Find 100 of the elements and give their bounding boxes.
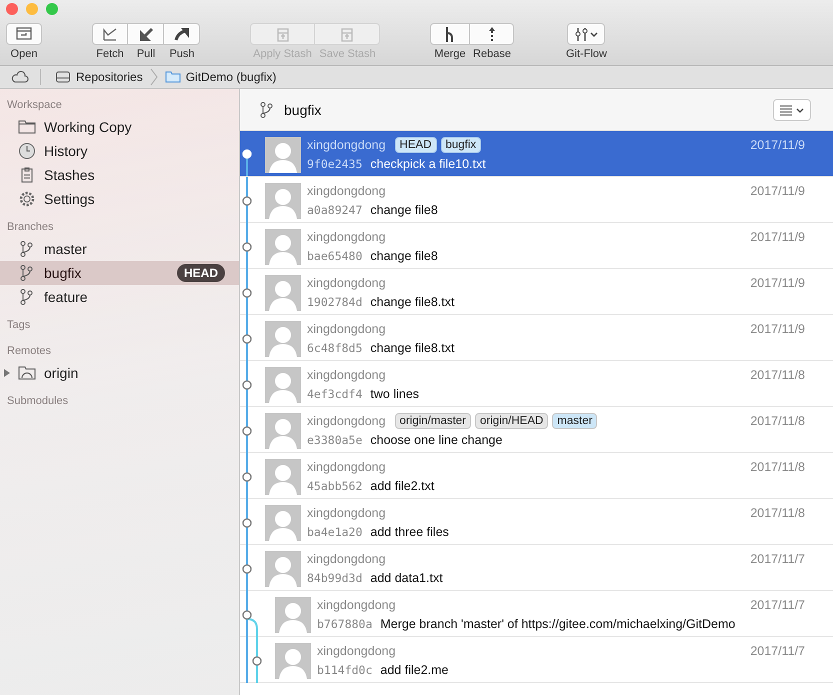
folder-icon xyxy=(164,69,181,85)
sidebar-item[interactable]: Stashes xyxy=(0,163,239,187)
commit-message: change file8 xyxy=(370,249,438,263)
avatar xyxy=(265,183,301,219)
commit-date: 2017/11/8 xyxy=(750,368,805,382)
commit-hash: ba4e1a20 xyxy=(307,525,362,539)
toolbar-label: Push xyxy=(168,48,196,60)
rebase-icon xyxy=(488,26,496,42)
sidebar-item[interactable]: master xyxy=(0,237,239,261)
commit-message: add file2.me xyxy=(380,663,448,677)
commit-hash: 4ef3cdf4 xyxy=(307,387,362,401)
commit-row[interactable]: xingdongdong origin/master origin/HEAD master 2017/11/8 e3380a5e choose one line change xyxy=(240,407,833,453)
commit-message: change file8.txt xyxy=(370,341,454,355)
branch-title: bugfix xyxy=(284,102,322,118)
sidebar-item[interactable]: origin xyxy=(0,361,239,385)
commit-date: 2017/11/7 xyxy=(750,644,805,658)
commit-row[interactable]: xingdongdong 2017/11/7 b114fd0c add file2.me xyxy=(240,637,833,683)
sidebar-item[interactable]: History xyxy=(0,139,239,163)
sidebar-item[interactable]: feature xyxy=(0,285,239,309)
avatar xyxy=(265,137,301,173)
commit-hash: e3380a5e xyxy=(307,433,362,447)
view-options-button[interactable] xyxy=(773,98,811,120)
commit-row[interactable]: xingdongdong 2017/11/9 a0a89247 change file8 xyxy=(240,177,833,223)
commit-row[interactable]: xingdongdong 2017/11/9 bae65480 change file8 xyxy=(240,223,833,269)
author-name: xingdongdong xyxy=(307,276,386,290)
drive-icon xyxy=(55,69,71,85)
avatar xyxy=(265,551,301,587)
commit-date: 2017/11/9 xyxy=(750,138,805,152)
clock-icon xyxy=(18,142,36,160)
avatar xyxy=(265,459,301,495)
commit-hash: 1902784d xyxy=(307,295,362,309)
author-name: xingdongdong xyxy=(307,322,386,336)
commit-message: add data1.txt xyxy=(370,571,443,585)
cloud-icon[interactable] xyxy=(10,70,30,84)
commit-row[interactable]: xingdongdong 2017/11/7 84b99d3d add data1.txt xyxy=(240,545,833,591)
toolbar-label: Merge xyxy=(433,48,467,60)
ref-tag: bugfix xyxy=(440,137,482,153)
commit-hash: 6c48f8d5 xyxy=(307,341,362,355)
commit-date: 2017/11/8 xyxy=(750,414,805,428)
commit-message: change file8.txt xyxy=(370,295,454,309)
sidebar-item[interactable]: Working Copy xyxy=(0,115,239,139)
avatar xyxy=(265,413,301,449)
commit-hash: b114fd0c xyxy=(317,663,372,677)
ref-tag: HEAD xyxy=(394,137,436,153)
sidebar-item[interactable]: Settings xyxy=(0,187,239,211)
commit-date: 2017/11/9 xyxy=(750,276,805,290)
push-button[interactable] xyxy=(164,23,200,45)
commit-row[interactable]: xingdongdong 2017/11/9 6c48f8d5 change file8.txt xyxy=(240,315,833,361)
commit-row[interactable]: xingdongdong 2017/11/9 1902784d change file8.txt xyxy=(240,269,833,315)
author-name: xingdongdong xyxy=(307,414,386,428)
avatar xyxy=(275,643,311,679)
commit-hash: 9f0e2435 xyxy=(307,157,362,171)
ref-tag: origin/master xyxy=(394,413,472,429)
fetch-button[interactable] xyxy=(92,23,128,45)
merge-button[interactable] xyxy=(430,23,470,45)
list-icon xyxy=(778,102,806,116)
section-header: Tags xyxy=(6,318,32,333)
rebase-button[interactable] xyxy=(470,23,514,45)
repositories-crumb[interactable]: Repositories xyxy=(55,69,143,85)
author-name: xingdongdong xyxy=(317,644,396,658)
section-header: Submodules xyxy=(6,394,70,409)
section-header: Workspace xyxy=(6,98,63,113)
pull-button[interactable] xyxy=(128,23,164,45)
open-button[interactable] xyxy=(6,23,42,45)
commit-message: two lines xyxy=(370,387,420,401)
git-flow-icon xyxy=(574,25,598,43)
ref-tag: origin/HEAD xyxy=(475,413,548,429)
head-badge: HEAD xyxy=(176,264,225,282)
section-header: Branches xyxy=(6,220,54,235)
commit-message: choose one line change xyxy=(370,433,502,447)
avatar xyxy=(275,597,311,633)
repository-crumb[interactable]: GitDemo (bugfix) xyxy=(164,69,276,85)
commit-row[interactable]: xingdongdong 2017/11/7 b767880a Merge branch 'master' of https://gitee.com/michaelxing/GitDemo xyxy=(240,591,833,637)
author-name: xingdongdong xyxy=(307,230,386,244)
commit-row[interactable]: xingdongdong 2017/11/8 4ef3cdf4 two lines xyxy=(240,361,833,407)
author-name: xingdongdong xyxy=(307,368,386,382)
avatar xyxy=(265,505,301,541)
commit-hash: 84b99d3d xyxy=(307,571,362,585)
avatar xyxy=(265,229,301,265)
folder-icon xyxy=(18,118,36,136)
author-name: xingdongdong xyxy=(307,460,386,474)
avatar xyxy=(265,321,301,357)
commit-row[interactable]: xingdongdong 2017/11/8 ba4e1a20 add three files xyxy=(240,499,833,545)
gear-icon xyxy=(18,190,36,208)
section-header: Remotes xyxy=(6,344,52,359)
commit-row[interactable]: xingdongdong HEAD bugfix 2017/11/9 9f0e2435 checkpick a file10.txt xyxy=(240,131,833,177)
commit-date: 2017/11/8 xyxy=(750,460,805,474)
author-name: xingdongdong xyxy=(307,506,386,520)
commit-message: add file2.txt xyxy=(370,479,434,493)
git-flow-button[interactable] xyxy=(567,23,606,45)
sidebar-item[interactable]: bugfix HEAD xyxy=(0,261,239,285)
commit-hash: a0a89247 xyxy=(307,203,362,217)
toolbar-label: Open xyxy=(10,48,38,60)
commit-row[interactable]: xingdongdong 2017/11/8 45abb562 add file2.txt xyxy=(240,453,833,499)
commit-message: checkpick a file10.txt xyxy=(370,157,486,171)
toolbar-label: Fetch xyxy=(95,48,125,60)
close-button[interactable] xyxy=(6,3,18,15)
disclosure-triangle[interactable] xyxy=(4,369,10,377)
commit-date: 2017/11/9 xyxy=(750,230,805,244)
commit-date: 2017/11/7 xyxy=(750,552,805,566)
